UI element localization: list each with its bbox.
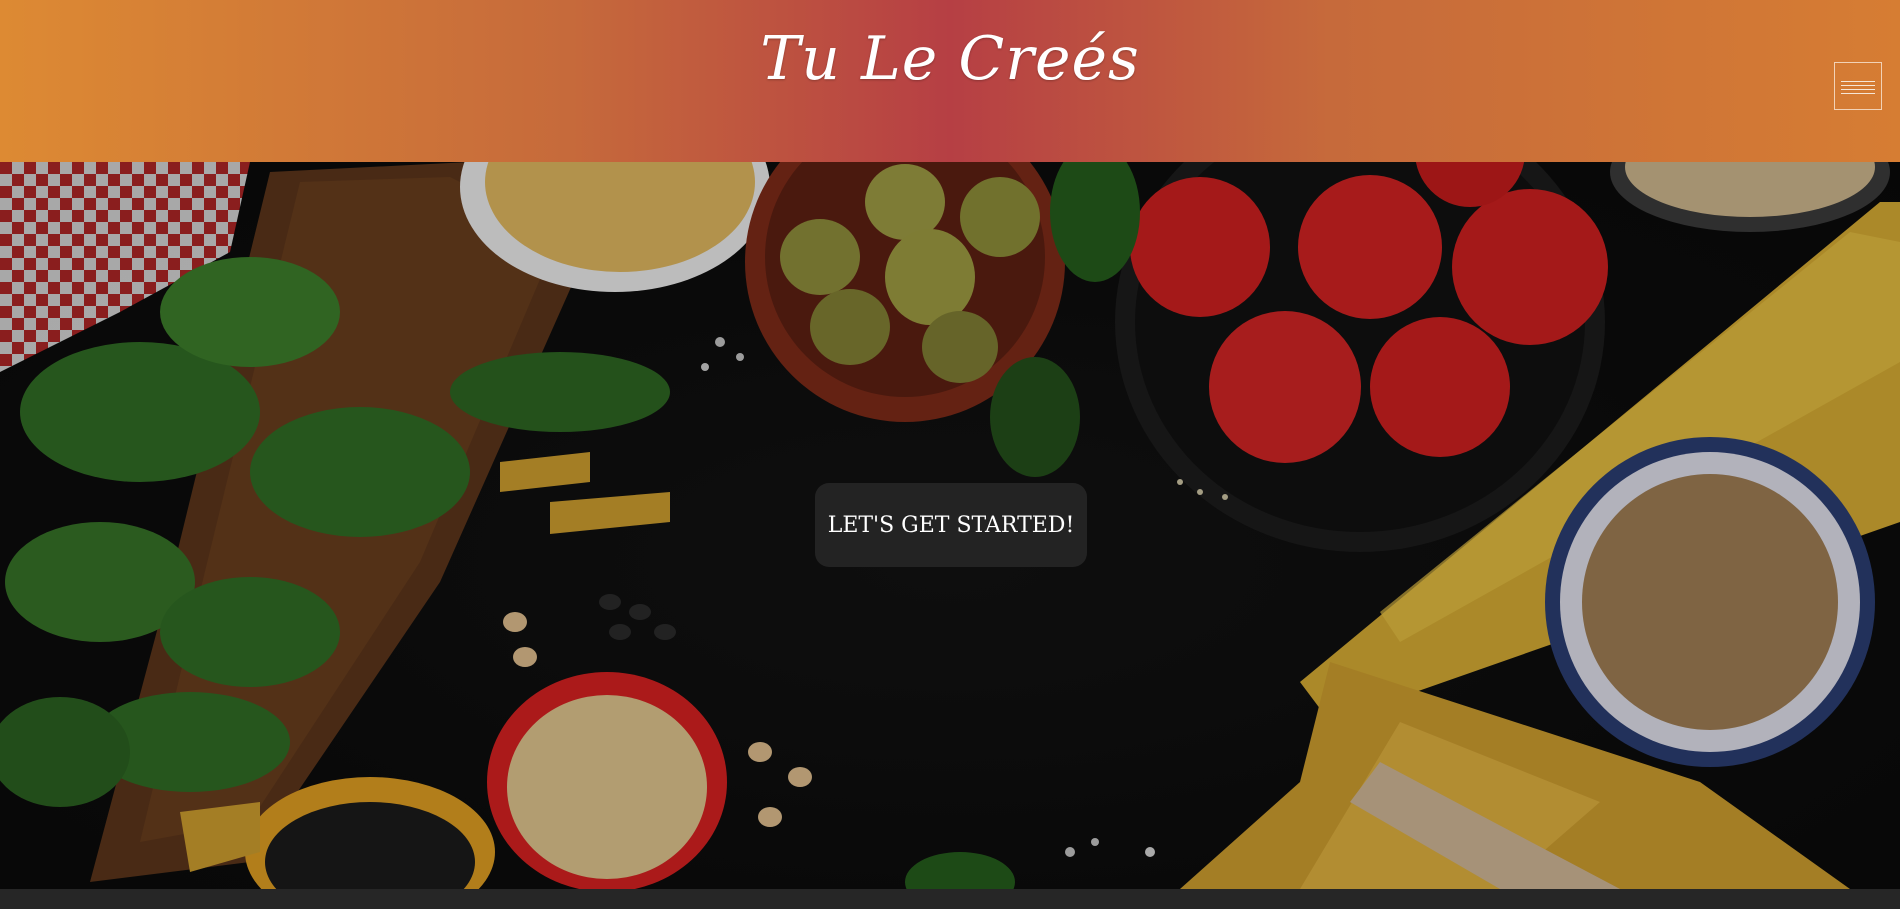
hero-section: LET'S GET STARTED!	[0, 162, 1900, 889]
footer-strip	[0, 889, 1900, 909]
site-header: Tu Le Creés	[0, 0, 1900, 162]
menu-button[interactable]	[1834, 62, 1882, 110]
get-started-button[interactable]: LET'S GET STARTED!	[815, 483, 1087, 567]
brand-logo[interactable]: Tu Le Creés	[0, 24, 1900, 94]
